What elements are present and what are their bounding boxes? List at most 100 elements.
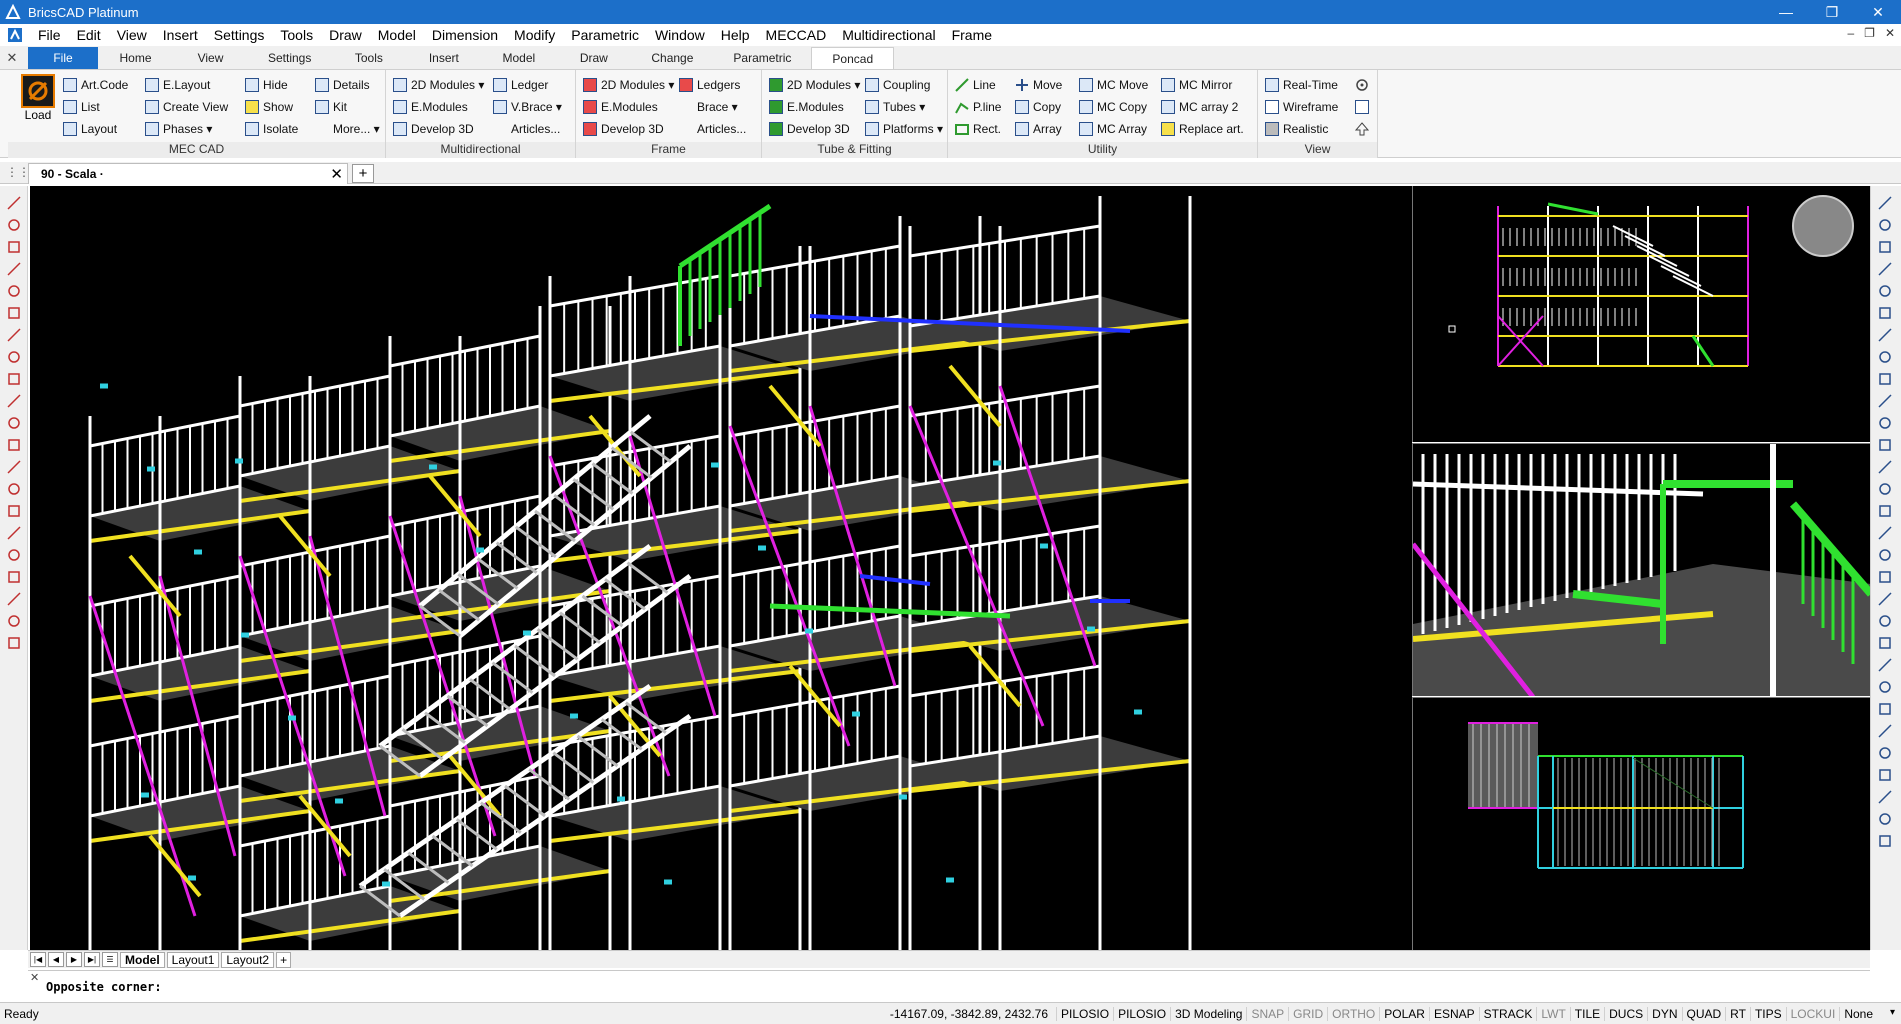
tab-settings[interactable]: Settings: [248, 47, 331, 69]
real-time-button[interactable]: Real-Time: [1264, 74, 1338, 96]
right-tool-7-icon[interactable]: [1876, 326, 1894, 344]
right-tool-26-icon[interactable]: [1876, 744, 1894, 762]
left-tool-11-icon[interactable]: [5, 414, 23, 432]
menu-meccad[interactable]: MECCAD: [758, 27, 835, 43]
replace-art-button[interactable]: Replace art.: [1160, 118, 1244, 140]
right-tool-25-icon[interactable]: [1876, 722, 1894, 740]
tf-tubes-dropdown[interactable]: Tubes ▾: [864, 96, 943, 118]
right-tool-16-icon[interactable]: [1876, 524, 1894, 542]
status-toggle-tips[interactable]: TIPS: [1749, 1007, 1786, 1021]
status-toggle-snap[interactable]: SNAP: [1246, 1007, 1288, 1021]
left-tool-18-icon[interactable]: [5, 568, 23, 586]
left-tool-15-icon[interactable]: [5, 502, 23, 520]
maximize-button[interactable]: ❐: [1809, 0, 1855, 24]
menu-multidirectional[interactable]: Multidirectional: [834, 27, 943, 43]
line-button[interactable]: Line: [954, 74, 1001, 96]
app-menu-icon[interactable]: [6, 26, 24, 44]
tf-develop-3d-button[interactable]: Develop 3D: [768, 118, 860, 140]
right-tool-21-icon[interactable]: [1876, 634, 1894, 652]
load-button[interactable]: Load: [18, 74, 58, 122]
status-toggle-rt[interactable]: RT: [1725, 1007, 1750, 1021]
menu-view[interactable]: View: [109, 27, 155, 43]
md-articles-button[interactable]: Articles...: [492, 118, 562, 140]
show-button[interactable]: Show: [244, 96, 298, 118]
right-tool-27-icon[interactable]: [1876, 766, 1894, 784]
tab-model[interactable]: Model: [481, 47, 556, 69]
right-tool-2-icon[interactable]: [1876, 216, 1894, 234]
mc-move-button[interactable]: MC Move: [1078, 74, 1148, 96]
view-extra-button[interactable]: [1354, 96, 1373, 118]
status-toggle-pilosio[interactable]: PILOSIO: [1056, 1007, 1113, 1021]
last-layout-button[interactable]: ▶|: [84, 952, 100, 967]
isolate-button[interactable]: Isolate: [244, 118, 298, 140]
right-tool-9-icon[interactable]: [1876, 370, 1894, 388]
menu-parametric[interactable]: Parametric: [563, 27, 647, 43]
right-tool-19-icon[interactable]: [1876, 590, 1894, 608]
tab-insert[interactable]: Insert: [406, 47, 481, 69]
menu-settings[interactable]: Settings: [206, 27, 273, 43]
tab-draw[interactable]: Draw: [556, 47, 631, 69]
md-ledger-button[interactable]: Ledger: [492, 74, 562, 96]
tab-home[interactable]: Home: [98, 47, 173, 69]
right-tool-14-icon[interactable]: [1876, 480, 1894, 498]
left-tool-10-icon[interactable]: [5, 392, 23, 410]
left-tool-20-icon[interactable]: [5, 612, 23, 630]
left-tool-4-icon[interactable]: [5, 260, 23, 278]
menu-file[interactable]: File: [30, 27, 69, 43]
right-tool-22-icon[interactable]: [1876, 656, 1894, 674]
menu-draw[interactable]: Draw: [321, 27, 370, 43]
left-tool-6-icon[interactable]: [5, 304, 23, 322]
status-toggle-polar[interactable]: POLAR: [1379, 1007, 1429, 1021]
mc-array-2-button[interactable]: MC array 2: [1160, 96, 1244, 118]
right-tool-17-icon[interactable]: [1876, 546, 1894, 564]
left-tool-13-icon[interactable]: [5, 458, 23, 476]
left-tool-8-icon[interactable]: [5, 348, 23, 366]
command-line[interactable]: ✕ Opposite corner:: [28, 970, 1870, 1000]
right-tool-15-icon[interactable]: [1876, 502, 1894, 520]
realistic-button[interactable]: Realistic: [1264, 118, 1338, 140]
status-toggle-strack[interactable]: STRACK: [1478, 1007, 1537, 1021]
status-toggle-grid[interactable]: GRID: [1288, 1007, 1327, 1021]
details-button[interactable]: Details: [314, 74, 380, 96]
tab-poncad[interactable]: Poncad: [811, 47, 895, 69]
status-toggle-3d-modeling[interactable]: 3D Modeling: [1170, 1007, 1246, 1021]
md-develop-3d-button[interactable]: Develop 3D: [392, 118, 484, 140]
view-up-button[interactable]: [1354, 118, 1373, 140]
right-tool-29-icon[interactable]: [1876, 810, 1894, 828]
close-button[interactable]: ✕: [1855, 0, 1901, 24]
new-tab-button[interactable]: +: [352, 164, 374, 183]
status-menu-dropdown[interactable]: ▾: [1890, 1007, 1895, 1018]
fr-e-modules-button[interactable]: E.Modules: [582, 96, 674, 118]
create-view-button[interactable]: Create View: [144, 96, 228, 118]
copy-button[interactable]: Copy: [1014, 96, 1062, 118]
left-tool-12-icon[interactable]: [5, 436, 23, 454]
tf-coupling-button[interactable]: Coupling: [864, 74, 943, 96]
right-tool-23-icon[interactable]: [1876, 678, 1894, 696]
e-layout-button[interactable]: E.Layout: [144, 74, 228, 96]
mc-mirror-button[interactable]: MC Mirror: [1160, 74, 1244, 96]
status-toggle-ortho[interactable]: ORTHO: [1327, 1007, 1379, 1021]
doc-minimize-button[interactable]: –: [1847, 26, 1854, 40]
array-button[interactable]: Array: [1014, 118, 1062, 140]
ribbon-close-icon[interactable]: ✕: [0, 50, 24, 66]
status-toggle-tile[interactable]: TILE: [1569, 1007, 1604, 1021]
status-toggle-ducs[interactable]: DUCS: [1604, 1007, 1647, 1021]
view-target-button[interactable]: [1354, 74, 1373, 96]
document-tab[interactable]: 90 - Scala · ✕: [28, 163, 348, 184]
layout-tab-layout2[interactable]: Layout2: [221, 951, 275, 968]
detail-3d-viewport[interactable]: [1412, 443, 1870, 696]
first-layout-button[interactable]: |◀: [30, 952, 46, 967]
menu-insert[interactable]: Insert: [155, 27, 206, 43]
hide-button[interactable]: Hide: [244, 74, 298, 96]
left-tool-17-icon[interactable]: [5, 546, 23, 564]
mc-array-button[interactable]: MC Array: [1078, 118, 1148, 140]
plan-view-viewport[interactable]: [1412, 697, 1870, 950]
right-tool-5-icon[interactable]: [1876, 282, 1894, 300]
tf-platforms-dropdown[interactable]: Platforms ▾: [864, 118, 943, 140]
more-dropdown[interactable]: More... ▾: [314, 118, 380, 140]
left-tool-7-icon[interactable]: [5, 326, 23, 344]
right-tool-6-icon[interactable]: [1876, 304, 1894, 322]
menu-help[interactable]: Help: [713, 27, 758, 43]
right-tool-18-icon[interactable]: [1876, 568, 1894, 586]
wireframe-button[interactable]: Wireframe: [1264, 96, 1338, 118]
